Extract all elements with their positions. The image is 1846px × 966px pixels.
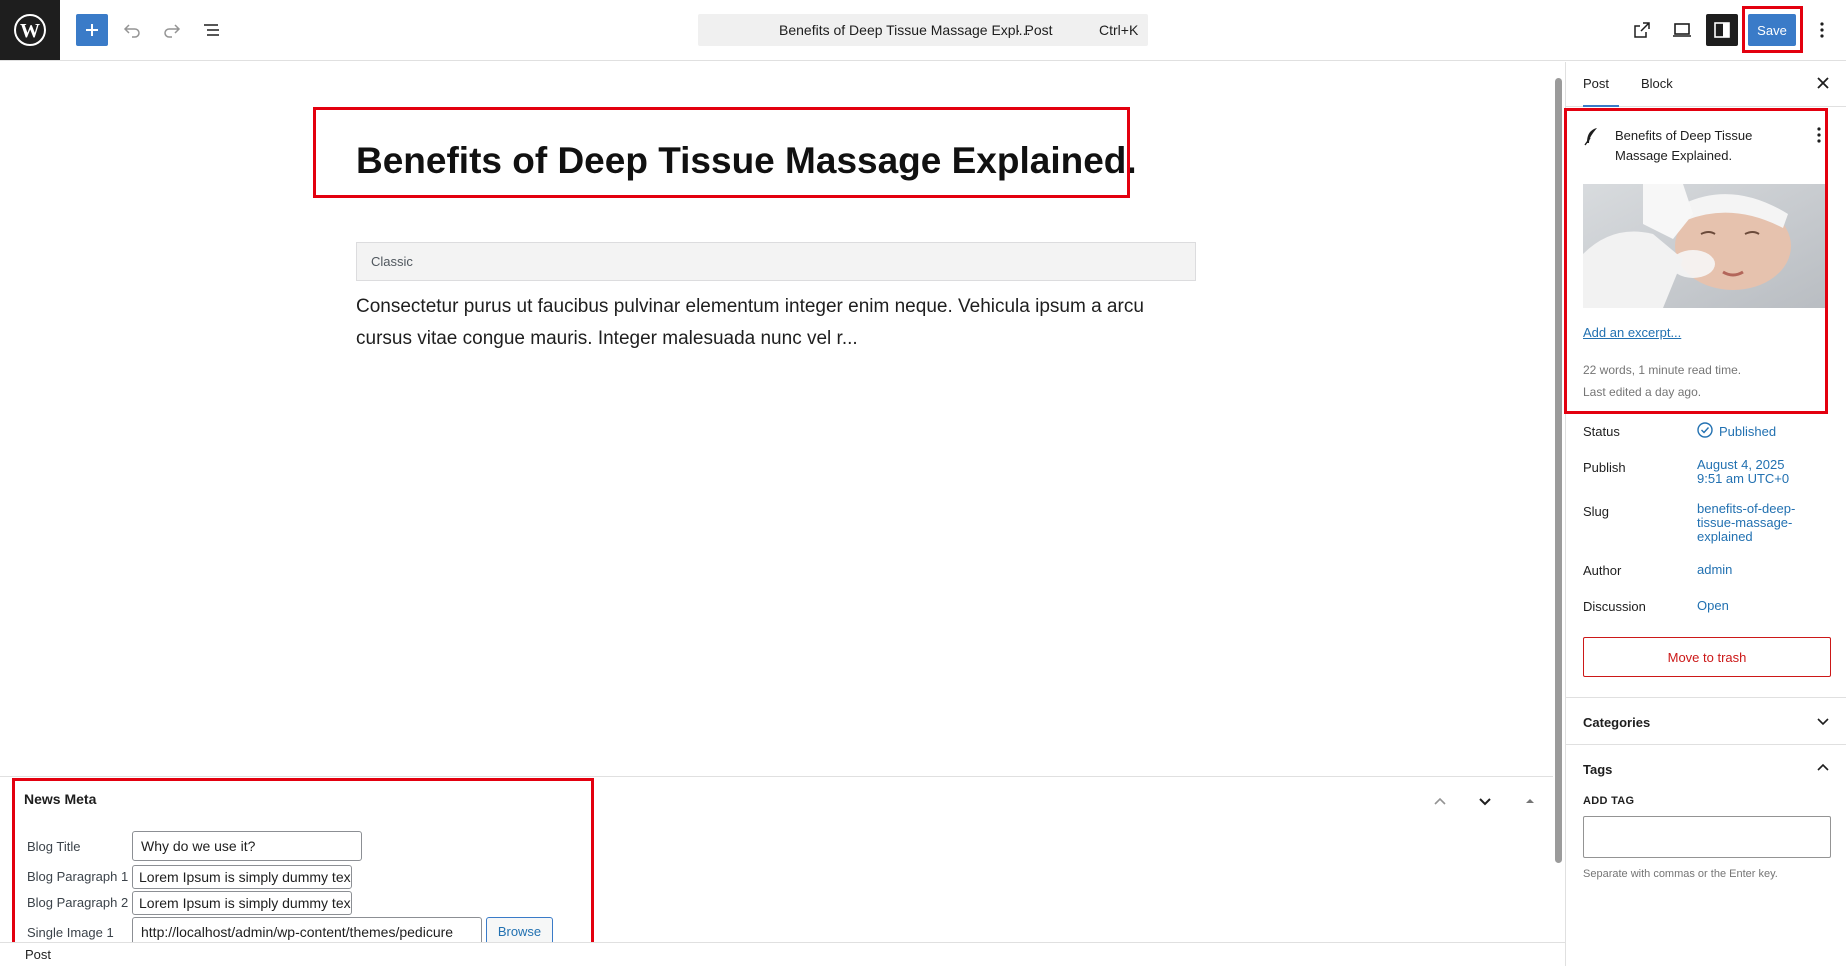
featured-image-picture [1583, 184, 1827, 308]
categories-panel[interactable]: Categories [1566, 697, 1846, 744]
status-value-button[interactable]: Published [1719, 425, 1776, 439]
view-post-button[interactable] [1626, 14, 1658, 46]
chevron-up-icon [1817, 763, 1829, 771]
preview-device-button[interactable] [1666, 14, 1698, 46]
post-content-paragraph[interactable]: Consectetur purus ut faucibus pulvinar e… [356, 291, 1186, 355]
featured-image[interactable] [1583, 184, 1827, 308]
chevron-down-icon [1479, 798, 1491, 806]
document-overview-button[interactable] [196, 14, 228, 46]
slug-value-button[interactable]: benefits-of-deep- tissue-massage- explai… [1697, 502, 1795, 544]
categories-title: Categories [1583, 715, 1651, 730]
author-value-button[interactable]: admin [1697, 563, 1732, 577]
author-label: Author [1583, 563, 1622, 578]
add-excerpt-link[interactable]: Add an excerpt... [1583, 325, 1681, 340]
move-to-trash-button[interactable]: Move to trash [1583, 637, 1831, 677]
command-bar-shortcut: Ctrl+K [1099, 22, 1139, 38]
word-count-text: 22 words, 1 minute read time. [1583, 363, 1742, 377]
add-tag-input[interactable] [1583, 816, 1831, 858]
editor-scrollbar-thumb[interactable] [1555, 78, 1562, 863]
save-button[interactable]: Save [1748, 14, 1796, 46]
post-title-input[interactable]: Benefits of Deep Tissue Massage Explaine… [356, 140, 1137, 182]
wordpress-logo-button[interactable]: W [0, 0, 60, 60]
more-vertical-icon [1820, 22, 1824, 38]
more-vertical-icon [1817, 127, 1821, 143]
classic-block-toolbar[interactable]: Classic [356, 242, 1196, 281]
browse-button[interactable]: Browse [486, 917, 553, 945]
breadcrumb[interactable]: Post [0, 942, 1565, 966]
plus-icon [86, 24, 98, 36]
single-image-1-label: Single Image 1 [27, 925, 114, 940]
discussion-value-button[interactable]: Open [1697, 599, 1729, 613]
add-tag-label: ADD TAG [1583, 795, 1635, 807]
tab-block[interactable]: Block [1641, 76, 1673, 91]
check-circle-icon [1697, 422, 1713, 438]
redo-icon [164, 24, 181, 38]
editor-canvas: Benefits of Deep Tissue Massage Explaine… [0, 62, 1555, 777]
blog-paragraph-1-field[interactable]: Lorem Ipsum is simply dummy tex [132, 865, 352, 889]
post-summary-icon [1583, 126, 1601, 151]
add-block-button[interactable] [76, 14, 108, 46]
tag-help-text: Separate with commas or the Enter key. [1583, 868, 1778, 880]
tab-post[interactable]: Post [1583, 76, 1609, 91]
publish-label: Publish [1583, 460, 1626, 475]
published-icon [1697, 422, 1713, 443]
post-card-title: Benefits of Deep Tissue Massage Explaine… [1615, 128, 1753, 163]
undo-button[interactable] [116, 14, 148, 46]
chevron-up-icon [1434, 797, 1446, 805]
external-link-icon [1634, 22, 1650, 38]
meta-boxes-area: News Meta Blog Title Why do we use it? B… [0, 776, 1553, 947]
list-view-icon [204, 24, 219, 36]
sidebar-tabs: Post Block [1566, 62, 1846, 107]
last-edited-text: Last edited a day ago. [1583, 385, 1702, 399]
categories-toggle[interactable] [1814, 712, 1832, 735]
settings-sidebar: Post Block Benefits of Deep Tissue Massa… [1565, 62, 1846, 966]
publish-date-button[interactable]: August 4, 2025 9:51 am UTC+0 [1697, 458, 1789, 486]
chevron-down-icon [1817, 718, 1829, 726]
discussion-label: Discussion [1583, 599, 1646, 614]
blog-title-field[interactable]: Why do we use it? [132, 831, 362, 861]
close-sidebar-button[interactable] [1816, 74, 1830, 95]
post-actions-button[interactable] [1816, 126, 1822, 149]
triangle-up-icon [1526, 799, 1534, 803]
wordpress-icon: W [14, 14, 46, 46]
svg-text:W: W [20, 20, 40, 42]
toggle-panel-button[interactable] [1518, 789, 1542, 818]
command-bar-type: · Post [1016, 22, 1053, 38]
blog-paragraph-2-field[interactable]: Lorem Ipsum is simply dummy tex [132, 891, 352, 915]
command-bar-title: Benefits of Deep Tissue Massage Expl... [779, 22, 1031, 38]
post-stats: 22 words, 1 minute read time. Last edite… [1583, 359, 1741, 403]
command-palette-bar[interactable]: Benefits of Deep Tissue Massage Expl... … [698, 14, 1148, 46]
close-icon [1817, 77, 1829, 89]
move-up-button[interactable] [1428, 789, 1452, 818]
desktop-icon [1673, 23, 1691, 37]
sidebar-icon [1714, 22, 1730, 38]
settings-toggle-button[interactable] [1706, 14, 1738, 46]
move-down-button[interactable] [1473, 789, 1497, 818]
blog-title-label: Blog Title [27, 839, 81, 854]
active-tab-indicator [1583, 105, 1619, 107]
editor-header: W Benefits of Deep Tissue Massage Expl..… [0, 0, 1846, 61]
blog-paragraph-1-label: Blog Paragraph 1 [27, 869, 129, 884]
status-label: Status [1583, 424, 1620, 439]
news-meta-heading[interactable]: News Meta [24, 791, 96, 807]
slug-label: Slug [1583, 504, 1610, 519]
feather-icon [1584, 128, 1597, 146]
tags-toggle[interactable] [1814, 759, 1832, 782]
redo-button[interactable] [156, 14, 188, 46]
tags-title[interactable]: Tags [1583, 762, 1612, 777]
options-menu-button[interactable] [1806, 14, 1838, 46]
blog-paragraph-2-label: Blog Paragraph 2 [27, 895, 129, 910]
undo-icon [123, 24, 140, 38]
